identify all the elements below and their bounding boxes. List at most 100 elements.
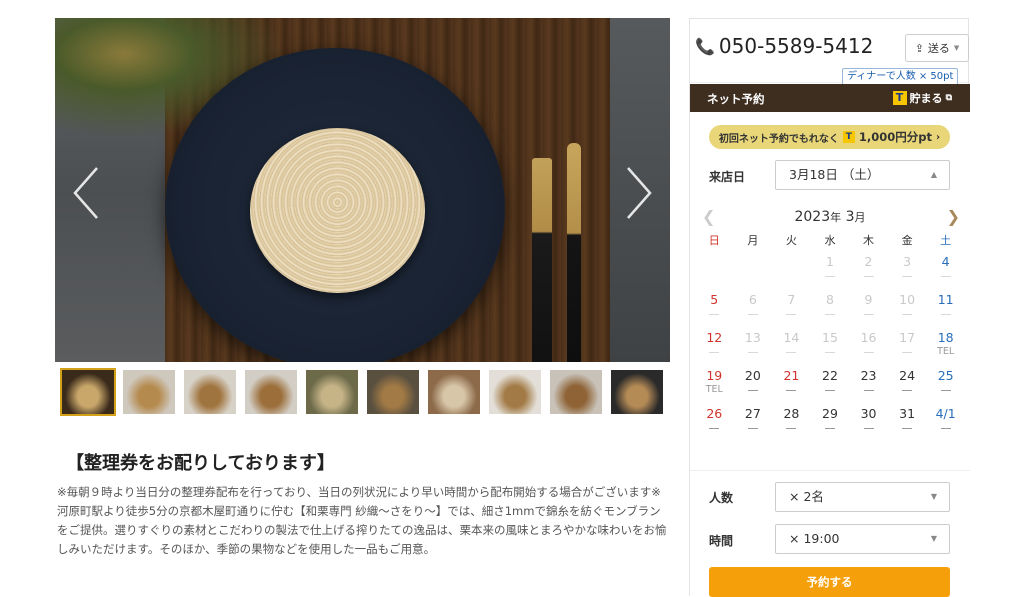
availability-dash	[863, 352, 874, 353]
gallery-thumbnail[interactable]	[548, 368, 604, 416]
day-number: 20	[744, 368, 761, 383]
gallery-thumbnail[interactable]	[121, 368, 177, 416]
fork	[532, 158, 552, 362]
send-label: 送る	[927, 42, 950, 55]
availability-dash	[863, 428, 874, 429]
calendar-day[interactable]: 20	[734, 368, 773, 406]
calendar-day[interactable]: 30	[849, 406, 888, 444]
calendar-day[interactable]: 21	[772, 368, 811, 406]
tpoint-logo-icon: T	[842, 131, 855, 143]
weekday-label: 土	[940, 234, 952, 247]
calendar-day: 15	[811, 330, 850, 368]
day-number: 21	[783, 368, 800, 383]
availability-dash	[747, 352, 758, 353]
next-image-arrow-icon[interactable]	[618, 163, 658, 223]
day-number: 1	[825, 254, 834, 269]
gallery-thumbnail[interactable]	[426, 368, 482, 416]
net-reservation-label: ネット予約	[707, 92, 765, 106]
availability-dash	[863, 390, 874, 391]
calendar-day[interactable]: 22	[811, 368, 850, 406]
calendar-day[interactable]: 23	[849, 368, 888, 406]
day-number: 29	[822, 406, 838, 421]
day-number: 17	[899, 330, 916, 345]
day-number: 12	[706, 330, 723, 345]
caret-down-icon: ▼	[930, 492, 937, 501]
tpoint-link[interactable]: T 貯まる ⧉	[892, 90, 952, 106]
gallery-thumbnail[interactable]	[243, 368, 299, 416]
calendar-day[interactable]: 26	[695, 406, 734, 444]
thumbnail-image	[184, 370, 236, 414]
calendar-day	[734, 254, 773, 292]
calendar-day[interactable]: 24	[888, 368, 927, 406]
prev-image-arrow-icon[interactable]	[67, 163, 107, 223]
day-number: 7	[787, 292, 796, 307]
day-number: 28	[783, 406, 800, 421]
weekday-label: 木	[863, 234, 875, 247]
availability-dash	[747, 314, 758, 315]
caret-up-icon: ▲	[930, 170, 937, 179]
gallery-thumbnail[interactable]	[365, 368, 421, 416]
availability-dash	[824, 276, 835, 277]
day-number: 10	[899, 292, 916, 307]
gallery-thumbnail[interactable]	[609, 368, 665, 416]
weekday-label: 金	[901, 234, 913, 247]
calendar-day: 7	[772, 292, 811, 330]
month-unit: 月	[854, 211, 866, 224]
chevron-right-icon: ›	[935, 131, 941, 143]
tel-only-label: TEL	[705, 384, 723, 395]
availability-dash	[709, 314, 720, 315]
calendar-day[interactable]: 27	[734, 406, 773, 444]
calendar-month: 3	[845, 209, 855, 225]
calendar-day: 2	[849, 254, 888, 292]
net-reservation-header: ネット予約 T 貯まる ⧉	[690, 84, 970, 112]
day-number: 16	[860, 330, 877, 345]
day-number: 11	[937, 292, 954, 307]
availability-dash	[824, 314, 835, 315]
party-size-select[interactable]: × 2名 ▼	[775, 482, 950, 512]
thumbnail-image	[428, 370, 480, 414]
availability-dash	[786, 390, 797, 391]
thumbnail-image	[611, 370, 663, 414]
calendar-day: 8	[811, 292, 850, 330]
next-month-icon[interactable]: ❯	[947, 207, 960, 226]
calendar-week-row: 12 13 14 15 16 17 18 TEL	[695, 330, 965, 368]
tpoint-label: 貯まる	[909, 92, 943, 105]
calendar-day[interactable]: 28	[772, 406, 811, 444]
visit-date-select[interactable]: 3月18日 （土） ▲	[775, 160, 950, 190]
day-number: 27	[744, 406, 761, 421]
weekday-label: 月	[747, 234, 759, 247]
calendar-day[interactable]: 18 TEL	[926, 330, 965, 368]
share-send-button[interactable]: ⇪ 送る ▼	[905, 34, 969, 62]
calendar-day[interactable]: 4/1	[926, 406, 965, 444]
day-number: 22	[822, 368, 838, 383]
weekday-label: 水	[824, 234, 836, 247]
reserve-button[interactable]: 予約する	[709, 567, 950, 597]
availability-dash	[824, 428, 835, 429]
calendar-day[interactable]: 29	[811, 406, 850, 444]
gallery-thumbnail[interactable]	[182, 368, 238, 416]
calendar-nav: ❮ 2023年 3月 ❯	[690, 205, 970, 229]
calendar-year: 2023	[794, 209, 831, 225]
first-time-promo-button[interactable]: 初回ネット予約でもれなく T 1,000円分pt ›	[709, 125, 950, 149]
gallery-thumbnail[interactable]	[487, 368, 543, 416]
time-label: 時間	[709, 534, 734, 548]
calendar-day: 11	[926, 292, 965, 330]
calendar-day: 5	[695, 292, 734, 330]
phone-number[interactable]: 📞 050-5589-5412	[695, 34, 873, 58]
mont-blanc-dessert	[250, 128, 425, 293]
availability-dash	[786, 352, 797, 353]
day-number: 18	[937, 330, 954, 345]
article-paragraph: ※毎朝９時より当日分の整理券配布を行っており、当日の列状況により早い時間から配布…	[57, 485, 661, 499]
gallery-thumbnail[interactable]	[304, 368, 360, 416]
calendar-day[interactable]: 25	[926, 368, 965, 406]
calendar-day[interactable]: 19 TEL	[695, 368, 734, 406]
calendar-day[interactable]: 31	[888, 406, 927, 444]
calendar-grid: 日月火水木金土 1 2 3 4 5 6 7 8 9 10 11 12 13 14 15 16 17 18 TEL 19 T…	[695, 232, 965, 444]
calendar-day: 1	[811, 254, 850, 292]
time-select[interactable]: × 19:00 ▼	[775, 524, 950, 554]
reservation-sidebar: 📞 050-5589-5412 ⇪ 送る ▼ ディナーで人数 × 50pt ネッ…	[689, 18, 970, 597]
availability-dash	[902, 314, 913, 315]
calendar-day	[695, 254, 734, 292]
thumbnail-strip	[60, 368, 670, 418]
gallery-thumbnail[interactable]	[60, 368, 116, 416]
